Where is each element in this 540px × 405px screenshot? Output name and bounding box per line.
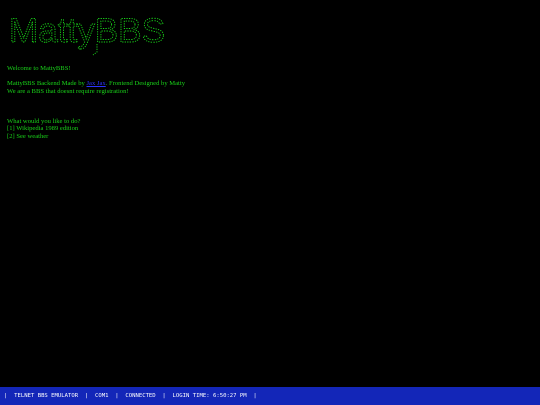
welcome-message: Welcome to MattyBBS! <box>7 65 71 72</box>
credits-prefix: MattyBBS Backend Made by <box>7 80 87 87</box>
login-time-value: 6:50:27 PM <box>212 393 247 399</box>
connection-status: CONNECTED <box>125 393 156 399</box>
credits-line: MattyBBS Backend Made by Jax Jax. Fronte… <box>7 80 185 88</box>
status-bar: | TELNET BBS EMULATOR | COM1 | CONNECTED… <box>0 387 540 405</box>
status-separator: | <box>162 393 166 399</box>
status-separator: | <box>115 393 119 399</box>
port-label: COM1 <box>95 393 109 399</box>
login-time-label: LOGIN TIME: <box>172 393 210 399</box>
menu-option-weather[interactable]: [2] See weather <box>7 133 48 141</box>
status-separator: | <box>84 393 89 399</box>
status-separator: | <box>253 393 257 399</box>
menu-option-wikipedia[interactable]: [1] Wikipedia 1989 edition <box>7 125 78 133</box>
mattybbs-logo: MattyBBS <box>9 12 165 56</box>
credits-suffix: . Frontend Designed by Matty <box>105 80 186 87</box>
registration-notice: We are a BBS that doesnt require registr… <box>7 88 129 95</box>
status-separator: | <box>4 393 8 399</box>
emulator-label: TELNET BBS EMULATOR <box>14 393 79 399</box>
logo-text: MattyBBS <box>9 12 165 50</box>
backend-author-link[interactable]: Jax Jax <box>86 80 105 87</box>
